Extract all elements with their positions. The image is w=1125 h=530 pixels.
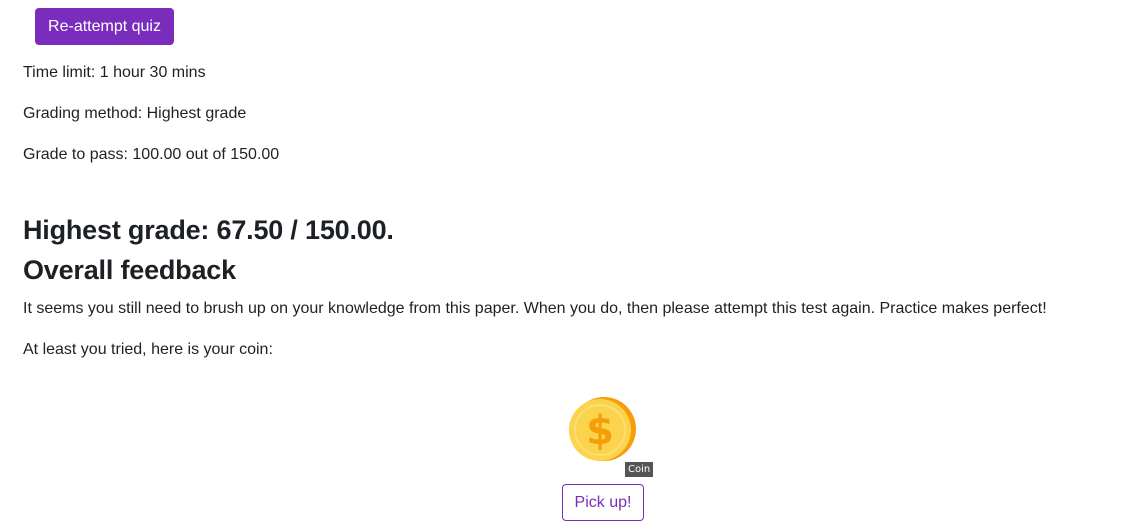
- quiz-summary-page: Re-attempt quiz Time limit: 1 hour 30 mi…: [0, 0, 1125, 530]
- dollar-sign-glyph: $: [586, 408, 614, 454]
- feedback-text: It seems you still need to brush up on y…: [23, 300, 1047, 317]
- time-limit-text: Time limit: 1 hour 30 mins: [23, 64, 206, 81]
- coin-graphic: $: [569, 397, 636, 461]
- coin-tooltip: Coin: [625, 462, 654, 477]
- overall-feedback-heading: Overall feedback: [23, 255, 236, 285]
- reattempt-quiz-button[interactable]: Re-attempt quiz: [35, 8, 174, 45]
- grading-method-text: Grading method: Highest grade: [23, 105, 247, 122]
- dollar-coin-icon: $: [566, 394, 640, 468]
- highest-grade-heading: Highest grade: 67.50 / 150.00.: [23, 215, 394, 245]
- coin-message-text: At least you tried, here is your coin:: [23, 341, 273, 358]
- pick-up-button[interactable]: Pick up!: [562, 484, 644, 521]
- grade-to-pass-text: Grade to pass: 100.00 out of 150.00: [23, 146, 280, 163]
